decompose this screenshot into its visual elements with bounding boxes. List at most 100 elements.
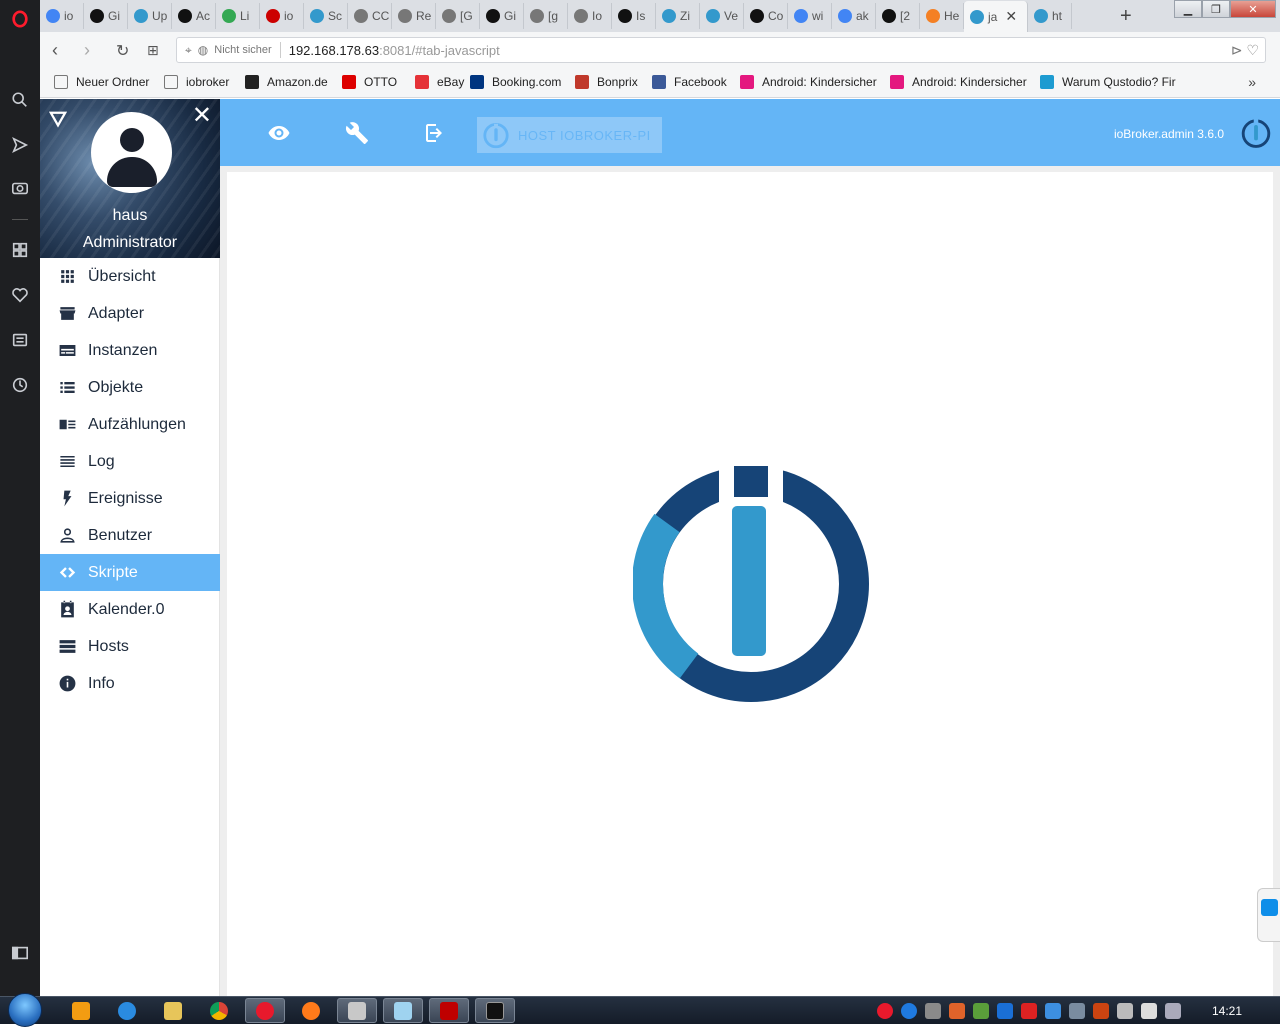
tray-display-icon[interactable]	[1165, 1003, 1181, 1019]
taskbar-putty[interactable]	[337, 998, 377, 1023]
tray-network-icon[interactable]	[1069, 1003, 1085, 1019]
minimize-button[interactable]: ▁	[1174, 0, 1202, 18]
browser-tab[interactable]: He	[920, 3, 964, 29]
host-selector-button[interactable]: HOST IOBROKER-PI	[477, 117, 662, 153]
bookmark-item[interactable]: Bonprix	[575, 75, 638, 89]
tray-usb-icon[interactable]	[925, 1003, 941, 1019]
close-drawer-icon[interactable]: ✕	[192, 104, 212, 128]
taskbar-opera[interactable]	[245, 998, 285, 1023]
drawer-item[interactable]: Log	[40, 443, 220, 480]
wrench-icon[interactable]	[343, 119, 371, 147]
browser-tab[interactable]: Io	[568, 3, 612, 29]
bookmark-item[interactable]: Android: Kindersicher	[740, 75, 877, 89]
tray-speaker-icon[interactable]	[1141, 1003, 1157, 1019]
search-icon[interactable]	[0, 85, 40, 115]
taskbar-filezilla[interactable]	[429, 998, 469, 1023]
browser-tab[interactable]: Sc	[304, 3, 348, 29]
speed-dial-icon[interactable]	[0, 235, 40, 265]
send-icon[interactable]	[0, 130, 40, 160]
tray-security-icon[interactable]	[1021, 1003, 1037, 1019]
browser-tab[interactable]: Zi	[656, 3, 700, 29]
security-indicator[interactable]: ⌖ ◍ Nicht sicher	[185, 43, 272, 58]
drawer-item[interactable]: Adapter	[40, 295, 220, 332]
taskbar-cmd[interactable]	[475, 998, 515, 1023]
tray-app-icon[interactable]	[949, 1003, 965, 1019]
browser-tab[interactable]: io	[260, 3, 304, 29]
browser-tab[interactable]: ja ✕	[964, 1, 1028, 32]
bookmark-item[interactable]: eBay	[415, 75, 464, 89]
tray-g-icon[interactable]	[901, 1003, 917, 1019]
bookmark-label: Android: Kindersicher	[912, 75, 1027, 89]
logout-icon[interactable]	[421, 119, 449, 147]
history-clock-icon[interactable]	[0, 370, 40, 400]
forward-arrow-icon[interactable]: ›	[84, 40, 90, 61]
heart-icon[interactable]	[0, 280, 40, 310]
restore-button[interactable]: ❐	[1202, 0, 1230, 18]
tab-grid-icon[interactable]: ⊞	[147, 42, 159, 59]
close-tab-icon[interactable]: ✕	[1005, 8, 1017, 25]
taskbar-clock[interactable]: 14:21	[1212, 1004, 1242, 1018]
bookmark-item[interactable]: Amazon.de	[245, 75, 328, 89]
teamviewer-widget[interactable]	[1257, 888, 1280, 942]
drawer-item[interactable]: Skripte	[40, 554, 220, 591]
bookmark-item[interactable]: Neuer Ordner	[54, 75, 149, 89]
tray-shield-icon[interactable]	[997, 1003, 1013, 1019]
drawer-item[interactable]: Info	[40, 665, 220, 702]
drawer-item[interactable]: Hosts	[40, 628, 220, 665]
tray-antivirus-icon[interactable]	[1093, 1003, 1109, 1019]
browser-tab[interactable]: ak	[832, 3, 876, 29]
eye-icon[interactable]	[265, 119, 293, 147]
browser-tab[interactable]: Gi	[480, 3, 524, 29]
tray-volume-muted-icon[interactable]	[1117, 1003, 1133, 1019]
browser-tab[interactable]: Co	[744, 3, 788, 29]
address-bar[interactable]: ⌖ ◍ Nicht sicher 192.168.178.63:8081/#ta…	[176, 37, 1266, 63]
news-icon[interactable]	[0, 325, 40, 355]
drawer-item[interactable]: Kalender.0	[40, 591, 220, 628]
browser-tab[interactable]: CC	[348, 3, 392, 29]
taskbar-internet-explorer[interactable]	[107, 998, 147, 1023]
back-arrow-icon[interactable]: ‹	[52, 40, 58, 61]
bookmark-item[interactable]: Booking.com	[470, 75, 561, 89]
taskbar-firefox[interactable]	[291, 998, 331, 1023]
new-tab-button[interactable]: +	[1120, 5, 1132, 28]
drawer-item[interactable]: Benutzer	[40, 517, 220, 554]
browser-tab[interactable]: wi	[788, 3, 832, 29]
bookmark-item[interactable]: Android: Kindersicher	[890, 75, 1027, 89]
browser-tab[interactable]: Is	[612, 3, 656, 29]
bookmark-item[interactable]: Facebook	[652, 75, 727, 89]
bookmark-item[interactable]: OTTO	[342, 75, 397, 89]
send-heart-icons[interactable]: ⊳ ♡	[1231, 42, 1259, 59]
browser-tab[interactable]: Re	[392, 3, 436, 29]
taskbar-media-player[interactable]	[61, 998, 101, 1023]
taskbar-notepad[interactable]	[383, 998, 423, 1023]
browser-tab[interactable]: Li	[216, 3, 260, 29]
start-button[interactable]	[8, 993, 42, 1027]
browser-tab[interactable]: Gi	[84, 3, 128, 29]
more-bookmarks-icon[interactable]: »	[1248, 74, 1256, 90]
opera-logo-icon[interactable]	[0, 4, 40, 34]
taskbar-chrome[interactable]	[199, 998, 239, 1023]
reload-icon[interactable]: ↻	[116, 41, 129, 61]
drawer-item[interactable]: Übersicht	[40, 258, 220, 295]
browser-tab[interactable]: [g	[524, 3, 568, 29]
window-close-button[interactable]: ✕	[1230, 0, 1276, 18]
camera-icon[interactable]	[0, 173, 40, 203]
taskbar-explorer[interactable]	[153, 998, 193, 1023]
tray-nvidia-icon[interactable]	[973, 1003, 989, 1019]
tray-opera-icon[interactable]	[877, 1003, 893, 1019]
drawer-item[interactable]: Objekte	[40, 369, 220, 406]
browser-tab[interactable]: io	[40, 3, 84, 29]
browser-tab[interactable]: Ve	[700, 3, 744, 29]
browser-tab[interactable]: ht	[1028, 3, 1072, 29]
browser-tab[interactable]: [G	[436, 3, 480, 29]
sidebar-toggle-icon[interactable]	[0, 938, 40, 968]
tray-teamviewer-icon[interactable]	[1045, 1003, 1061, 1019]
drawer-item[interactable]: Instanzen	[40, 332, 220, 369]
browser-tab[interactable]: Ac	[172, 3, 216, 29]
drawer-item[interactable]: Ereignisse	[40, 480, 220, 517]
browser-tab[interactable]: [2	[876, 3, 920, 29]
browser-tab[interactable]: Up	[128, 3, 172, 29]
bookmark-item[interactable]: iobroker	[164, 75, 229, 89]
drawer-item[interactable]: Aufzählungen	[40, 406, 220, 443]
bookmark-item[interactable]: Warum Qustodio? Fir	[1040, 75, 1176, 89]
